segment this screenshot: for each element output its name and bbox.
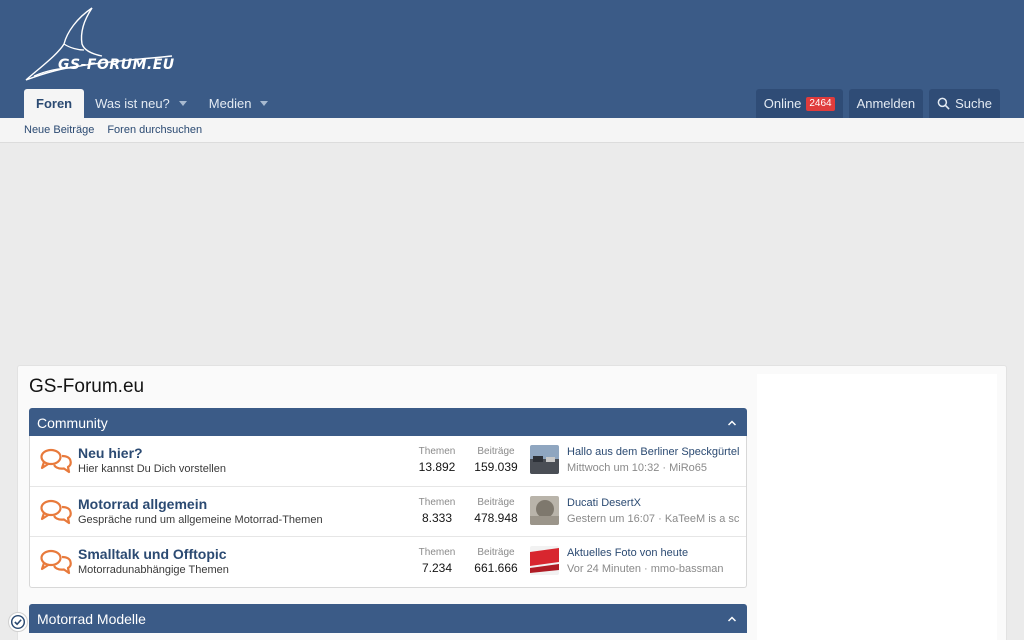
logo-text: GS-FORUM.EU: [58, 57, 175, 73]
forum-row: Neu hier? Hier kannst Du Dich vorstellen…: [30, 436, 746, 486]
category-body-community: Neu hier? Hier kannst Du Dich vorstellen…: [29, 436, 747, 588]
search-icon: [937, 97, 950, 110]
chevron-up-icon[interactable]: [728, 419, 736, 427]
tab-was-ist-neu[interactable]: Was ist neu?: [84, 89, 198, 118]
search-forums-link[interactable]: Foren durchsuchen: [107, 124, 202, 136]
latest-post-meta: Gestern um 16:07 · KaTeeM is a schrauber: [567, 513, 739, 525]
forum-description: Motorradunabhängige Themen: [78, 564, 229, 576]
user-nav: Online 2464 Anmelden Suche: [755, 89, 1000, 118]
stat-value: 661.666: [474, 561, 518, 575]
search-button[interactable]: Suche: [929, 89, 1000, 118]
forum-description: Hier kannst Du Dich vorstellen: [78, 463, 226, 475]
latest-post-thumbnail[interactable]: [530, 445, 559, 474]
stat-label: Themen: [418, 497, 456, 508]
stat-label: Themen: [418, 547, 456, 558]
new-posts-link[interactable]: Neue Beiträge: [24, 124, 94, 136]
stat-value: 13.892: [418, 460, 456, 474]
chevron-down-icon[interactable]: [260, 101, 269, 106]
stat-themen: Themen 8.333: [407, 497, 467, 525]
category-header-community[interactable]: Community: [29, 408, 747, 437]
stat-beitraege: Beiträge 661.666: [466, 547, 526, 575]
tab-was-ist-neu-label: Was ist neu?: [95, 96, 170, 111]
search-label: Suche: [955, 96, 992, 111]
online-button[interactable]: Online 2464: [755, 89, 843, 118]
latest-post-thumbnail[interactable]: [530, 496, 559, 525]
latest-post-thumbnail[interactable]: [530, 546, 559, 575]
stat-label: Beiträge: [477, 446, 515, 457]
latest-post-link[interactable]: Aktuelles Foto von heute: [567, 547, 688, 559]
chat-bubbles-icon: [40, 499, 72, 525]
forum-title-link[interactable]: Neu hier?: [78, 445, 143, 461]
forum-title-link[interactable]: Smalltalk und Offtopic: [78, 546, 227, 562]
stat-label: Beiträge: [477, 497, 515, 508]
consent-shield-icon[interactable]: [8, 612, 28, 632]
stat-themen: Themen 13.892: [407, 446, 467, 474]
stat-value: 7.234: [421, 561, 453, 575]
chat-bubbles-icon: [40, 549, 72, 575]
gs-forum-logo[interactable]: [22, 4, 202, 86]
tab-foren[interactable]: Foren: [24, 89, 85, 118]
site-header: GS-FORUM.EU Foren Was ist neu? Medien On…: [0, 0, 1024, 118]
stat-label: Themen: [418, 446, 456, 457]
main-nav: Foren Was ist neu? Medien: [24, 89, 279, 118]
latest-post-meta: Mittwoch um 10:32 · MiRo65: [567, 462, 707, 474]
tab-medien-label: Medien: [208, 96, 252, 111]
forum-row: Smalltalk und Offtopic Motorradunabhängi…: [30, 536, 746, 586]
category-title: Community: [37, 414, 108, 431]
tab-foren-label: Foren: [36, 96, 73, 111]
page-title: GS-Forum.eu: [29, 376, 145, 397]
category-title: Motorrad Modelle: [37, 610, 146, 627]
stat-value: 159.039: [474, 460, 518, 474]
login-label: Anmelden: [856, 96, 916, 111]
login-button[interactable]: Anmelden: [848, 89, 924, 118]
latest-post-meta: Vor 24 Minuten · mmo-bassman: [567, 563, 724, 575]
stat-beitraege: Beiträge 159.039: [466, 446, 526, 474]
stat-value: 478.948: [474, 511, 518, 525]
sub-nav: Neue Beiträge Foren durchsuchen: [0, 118, 1024, 143]
forum-row: Motorrad allgemein Gespräche rund um all…: [30, 486, 746, 536]
latest-post-link[interactable]: Hallo aus dem Berliner Speckgürtel: [567, 446, 739, 458]
forum-title-link[interactable]: Motorrad allgemein: [78, 496, 207, 512]
tab-medien[interactable]: Medien: [198, 89, 280, 118]
latest-post-link[interactable]: Ducati DesertX: [567, 497, 641, 509]
forum-description: Gespräche rund um allgemeine Motorrad-Th…: [78, 514, 323, 526]
chevron-down-icon[interactable]: [178, 101, 187, 106]
online-label: Online: [763, 96, 802, 111]
sidebar: [757, 374, 997, 640]
online-count-badge: 2464: [806, 96, 835, 111]
stat-label: Beiträge: [477, 547, 515, 558]
stat-themen: Themen 7.234: [407, 547, 467, 575]
chat-bubbles-icon: [40, 448, 72, 474]
stat-beitraege: Beiträge 478.948: [466, 497, 526, 525]
category-header-motorrad-modelle[interactable]: Motorrad Modelle: [29, 604, 747, 633]
stat-value: 8.333: [421, 511, 453, 525]
chevron-up-icon[interactable]: [728, 615, 736, 623]
